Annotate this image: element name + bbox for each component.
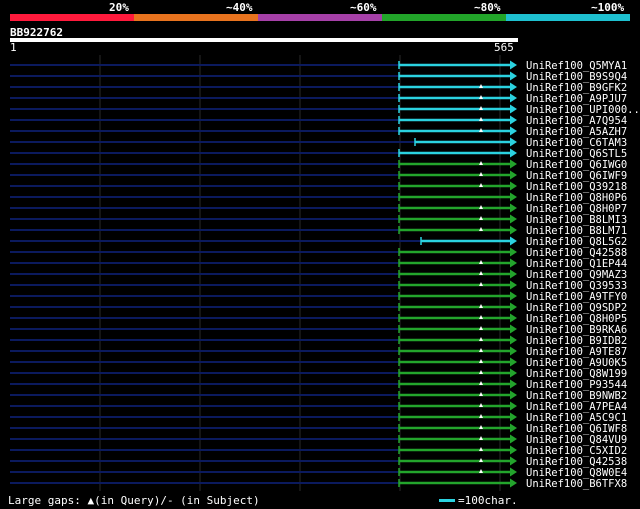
- alignment-arrowhead: [510, 324, 517, 334]
- alignment-arrowhead: [510, 335, 517, 345]
- alignment-arrowhead: [510, 258, 517, 268]
- legend-label: ~40%: [226, 1, 253, 14]
- alignment-arrowhead: [510, 170, 517, 180]
- legend-segment: [134, 14, 258, 21]
- alignment-arrowhead: [510, 291, 517, 301]
- alignment-arrowhead: [510, 302, 517, 312]
- alignment-plot: UniRef100_Q5MYA1UniRef100_B9S9Q4UniRef10…: [10, 55, 640, 491]
- alignment-arrowhead: [510, 346, 517, 356]
- query-ruler: [10, 38, 518, 42]
- alignment-arrowhead: [510, 126, 517, 136]
- alignment-arrowhead: [510, 192, 517, 202]
- alignment-arrowhead: [510, 203, 517, 213]
- alignment-arrowhead: [510, 225, 517, 235]
- alignment-arrowhead: [510, 379, 517, 389]
- legend-segment: [10, 14, 134, 21]
- legend-label: 20%: [109, 1, 129, 14]
- alignment-arrowhead: [510, 159, 517, 169]
- alignment-arrowhead: [510, 93, 517, 103]
- gaps-legend-text: Large gaps: ▲(in Query)/- (in Subject): [8, 494, 260, 507]
- alignment-arrowhead: [510, 214, 517, 224]
- ruler-end-label: 565: [494, 41, 514, 54]
- alignment-arrowhead: [510, 71, 517, 81]
- alignment-arrowhead: [510, 247, 517, 257]
- legend-label: ~80%: [474, 1, 501, 14]
- alignment-arrowhead: [510, 401, 517, 411]
- alignment-arrowhead: [510, 423, 517, 433]
- alignment-arrowhead: [510, 82, 517, 92]
- alignment-arrowhead: [510, 434, 517, 444]
- alignment-arrowhead: [510, 478, 517, 488]
- alignment-arrowhead: [510, 115, 517, 125]
- alignment-arrowhead: [510, 390, 517, 400]
- alignment-arrowhead: [510, 412, 517, 422]
- alignment-arrowhead: [510, 60, 517, 70]
- scale-swatch: [439, 499, 455, 502]
- alignment-arrowhead: [510, 445, 517, 455]
- alignment-arrowhead: [510, 236, 517, 246]
- hit-label[interactable]: UniRef100_B6TFX8: [526, 478, 627, 490]
- legend-label: ~100%: [591, 1, 625, 14]
- alignment-arrowhead: [510, 181, 517, 191]
- legend-segment: [258, 14, 382, 21]
- identity-legend: 20% ~40% ~60% ~80% ~100%: [10, 0, 630, 22]
- alignment-arrowhead: [510, 357, 517, 367]
- alignment-arrowhead: [510, 104, 517, 114]
- alignment-arrowhead: [510, 456, 517, 466]
- alignment-arrowhead: [510, 467, 517, 477]
- alignment-arrowhead: [510, 137, 517, 147]
- legend-segment: [506, 14, 630, 21]
- alignment-arrowhead: [510, 368, 517, 378]
- alignment-arrowhead: [510, 280, 517, 290]
- legend-label: ~60%: [350, 1, 377, 14]
- alignment-arrowhead: [510, 313, 517, 323]
- scale-text: =100char.: [458, 494, 518, 507]
- legend-segment: [382, 14, 506, 21]
- ruler-start-label: 1: [10, 41, 17, 54]
- alignment-arrowhead: [510, 148, 517, 158]
- alignment-arrowhead: [510, 269, 517, 279]
